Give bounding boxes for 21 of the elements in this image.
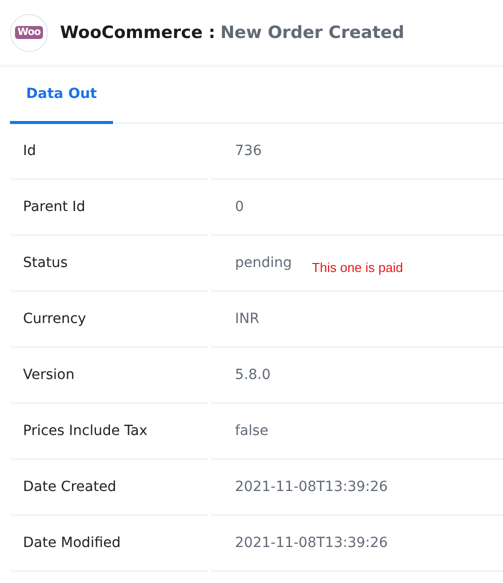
field-value: 2021-11-08T13:39:26 bbox=[235, 535, 388, 551]
app-name: WooCommerce : bbox=[60, 22, 216, 42]
logo-text: Woo bbox=[14, 26, 44, 39]
field-label: Version bbox=[23, 367, 74, 383]
field-label: Id bbox=[23, 143, 36, 159]
field-value: pending bbox=[235, 255, 292, 271]
annotation-note: This one is paid bbox=[312, 260, 403, 274]
field-value: 0 bbox=[235, 199, 244, 215]
field-value: 2021-11-08T13:39:26 bbox=[235, 479, 388, 495]
event-name: New Order Created bbox=[220, 22, 404, 42]
field-label: Date Created bbox=[23, 479, 116, 495]
field-value: 5.8.0 bbox=[235, 367, 271, 383]
field-label: Currency bbox=[23, 311, 86, 327]
field-value: INR bbox=[235, 311, 260, 327]
field-label: Prices Include Tax bbox=[23, 423, 148, 439]
field-label: Date Modified bbox=[23, 535, 121, 551]
field-value: false bbox=[235, 423, 268, 439]
tab[interactable]: Data Out bbox=[10, 67, 113, 124]
field-label: Status bbox=[23, 255, 68, 271]
field-value: 736 bbox=[235, 143, 262, 159]
field-label: Parent Id bbox=[23, 199, 86, 215]
